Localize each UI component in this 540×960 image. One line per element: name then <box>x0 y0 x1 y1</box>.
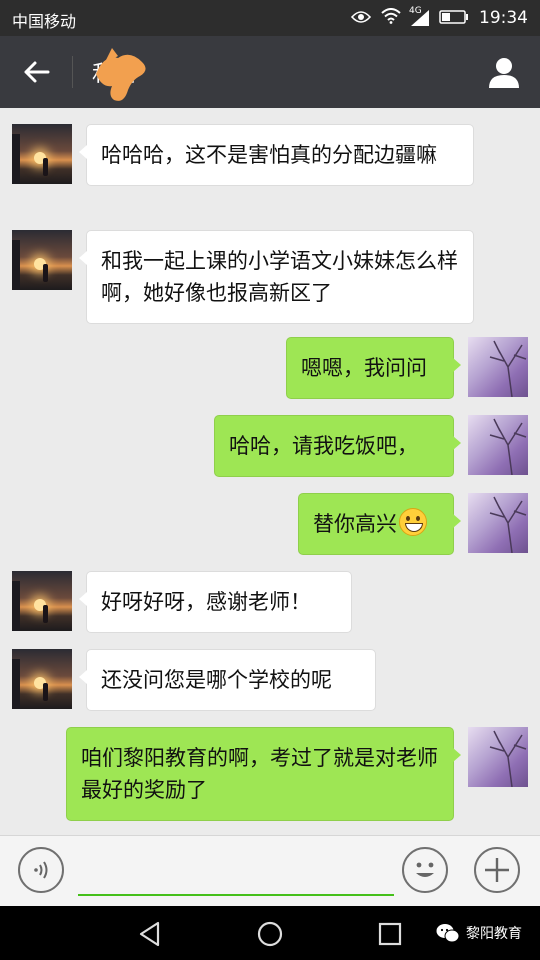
nav-back-button[interactable] <box>132 916 168 952</box>
message-bubble[interactable]: 哈哈，请我吃饭吧， <box>214 415 461 477</box>
battery-icon <box>439 9 469 28</box>
message-bubble[interactable]: 还没问您是哪个学校的呢 <box>79 649 376 711</box>
status-icons: 4G 19:34 <box>350 6 528 29</box>
name-redaction-mark <box>96 48 146 101</box>
clock-time: 19:34 <box>479 8 528 28</box>
message-input[interactable] <box>78 850 394 896</box>
my-avatar[interactable] <box>468 493 528 553</box>
status-bar: 中国移动 4G 19:34 <box>0 0 540 36</box>
contact-avatar[interactable] <box>12 230 72 290</box>
input-bar <box>0 835 540 906</box>
square-recents-icon <box>378 922 402 946</box>
eye-icon <box>350 9 372 28</box>
voice-wave-icon <box>34 861 48 879</box>
grin-emoji-icon <box>399 508 427 536</box>
message-bubble[interactable]: 嗯嗯，我问问 <box>286 337 461 399</box>
contact-avatar[interactable] <box>12 124 72 184</box>
message-bubble[interactable]: 咱们黎阳教育的啊，考过了就是对老师最好的奖励了 <box>66 727 461 821</box>
system-navigation-bar: 黎阳教育 <box>0 906 540 960</box>
carrier-name: 中国移动 <box>12 12 77 31</box>
circle-home-icon <box>257 921 283 947</box>
message-bubble[interactable]: 哈哈哈，这不是害怕真的分配边疆嘛 <box>79 124 474 186</box>
back-arrow-icon <box>24 61 50 83</box>
back-button[interactable] <box>16 54 56 90</box>
message-text: 替你高兴 <box>313 512 397 536</box>
smiley-icon <box>416 862 434 877</box>
message-bubble[interactable]: 好呀好呀，感谢老师！ <box>79 571 352 633</box>
emoji-button[interactable] <box>402 847 448 893</box>
signal-icon: 4G <box>409 6 429 26</box>
contact-avatar[interactable] <box>12 649 72 709</box>
network-type: 4G <box>409 6 422 16</box>
wifi-icon <box>381 8 401 28</box>
my-avatar[interactable] <box>468 337 528 397</box>
wechat-logo-icon <box>436 924 460 943</box>
watermark: 黎阳教育 <box>436 923 522 943</box>
nav-home-button[interactable] <box>252 916 288 952</box>
contact-info-button[interactable] <box>484 52 524 92</box>
my-avatar[interactable] <box>468 727 528 787</box>
chat-area[interactable]: 哈哈哈，这不是害怕真的分配边疆嘛 和我一起上课的小学语文小妹妹怎么样啊，她好像也… <box>0 108 540 835</box>
message-bubble[interactable]: 和我一起上课的小学语文小妹妹怎么样啊，她好像也报高新区了 <box>79 230 474 324</box>
person-icon <box>489 58 519 88</box>
contact-avatar[interactable] <box>12 571 72 631</box>
more-actions-button[interactable] <box>474 847 520 893</box>
watermark-label: 黎阳教育 <box>466 926 522 942</box>
my-avatar[interactable] <box>468 415 528 475</box>
voice-input-button[interactable] <box>18 847 64 893</box>
title-divider <box>72 56 73 88</box>
plus-icon <box>485 858 509 882</box>
triangle-back-icon <box>139 921 160 947</box>
title-bar: 和谐 <box>0 36 540 108</box>
nav-recents-button[interactable] <box>372 916 408 952</box>
message-bubble[interactable]: 替你高兴 <box>298 493 461 555</box>
